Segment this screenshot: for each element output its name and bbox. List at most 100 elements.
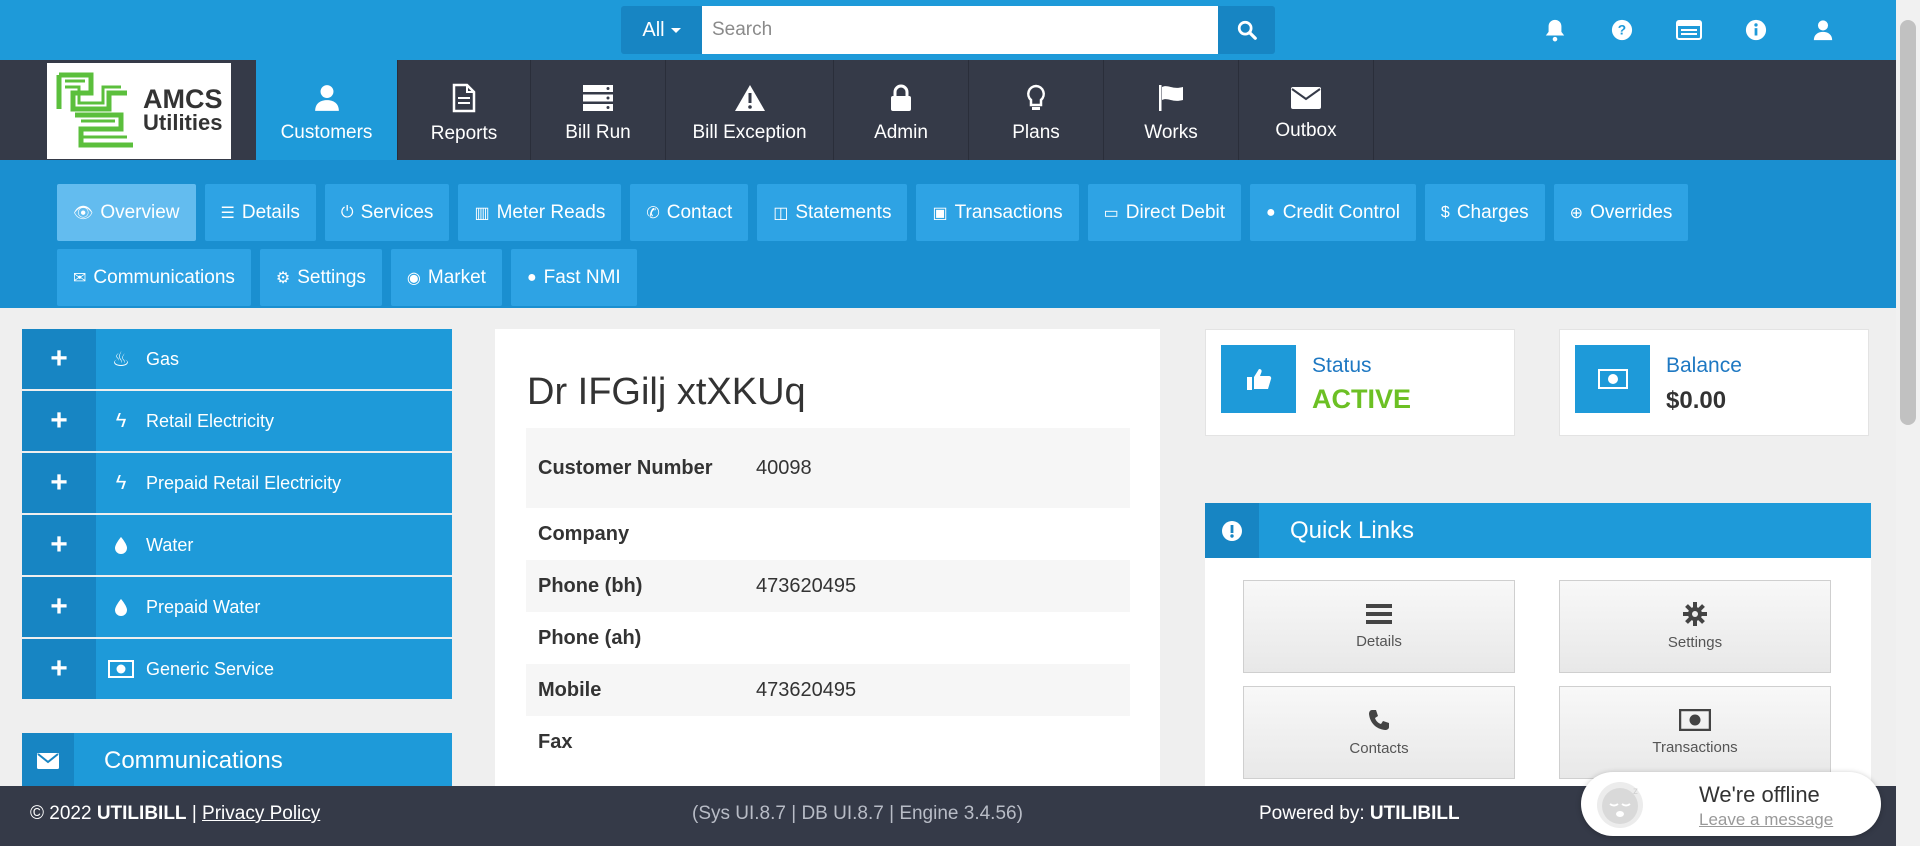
- service-prepaid-water[interactable]: + Prepaid Water: [22, 577, 452, 637]
- tab-details[interactable]: ☰ Details: [204, 184, 316, 241]
- info-row-fax: Fax: [526, 716, 1130, 768]
- globe-icon: ◉: [406, 269, 421, 287]
- scrollbar-thumb[interactable]: [1900, 20, 1916, 425]
- tab-transactions[interactable]: ▣ Transactions: [916, 184, 1079, 241]
- tab-credit-control[interactable]: ● Credit Control: [1250, 184, 1416, 241]
- search-button[interactable]: [1218, 6, 1275, 54]
- service-gas[interactable]: + ♨ Gas: [22, 329, 452, 389]
- tab-label: Overview: [100, 201, 180, 223]
- tab-overrides[interactable]: ⊕ Overrides: [1553, 184, 1689, 241]
- user-menu-button[interactable]: [1789, 0, 1856, 60]
- balance-title: Balance: [1666, 354, 1742, 377]
- status-title: Status: [1312, 354, 1372, 377]
- tab-communications[interactable]: ✉ Communications: [57, 249, 251, 306]
- tab-charges[interactable]: $ Charges: [1424, 184, 1545, 241]
- footer-separator: |: [191, 803, 197, 824]
- tab-label: Transactions: [954, 201, 1063, 223]
- field-label: Customer Number: [538, 457, 713, 479]
- tab-fast-nmi[interactable]: ● Fast NMI: [510, 249, 637, 306]
- tab-contact[interactable]: ✆ Contact: [630, 184, 749, 241]
- nav-plans[interactable]: Plans: [969, 60, 1104, 160]
- service-prepaid-retail-electricity[interactable]: + ϟ Prepaid Retail Electricity: [22, 453, 452, 513]
- chat-widget[interactable]: z We're offline Leave a message: [1581, 772, 1881, 836]
- tab-label: Direct Debit: [1125, 201, 1226, 223]
- plus-icon[interactable]: +: [22, 515, 96, 575]
- nav-label: Bill Exception: [692, 122, 807, 143]
- balance-box: Balance $0.00: [1559, 329, 1869, 436]
- quick-link-transactions[interactable]: Transactions: [1559, 686, 1831, 779]
- tab-meter-reads[interactable]: ▥ Meter Reads: [458, 184, 622, 241]
- tab-market[interactable]: ◉ Market: [390, 249, 502, 306]
- arrow-circle-icon: ⊕: [1569, 204, 1584, 222]
- status-box: Status ACTIVE: [1205, 329, 1515, 436]
- service-label: Retail Electricity: [146, 410, 275, 431]
- envelope-icon: [22, 733, 74, 788]
- bolt-icon: ϟ: [115, 471, 127, 494]
- service-water[interactable]: + Water: [22, 515, 452, 575]
- lightbulb-icon: [1027, 84, 1045, 110]
- quick-link-label: Transactions: [1652, 739, 1738, 756]
- tab-services[interactable]: ⏻ Services: [324, 184, 450, 241]
- nav-admin[interactable]: Admin: [834, 60, 969, 160]
- logo-line2: Utilities: [143, 110, 223, 135]
- list-icon: ☰: [220, 204, 235, 222]
- plus-icon[interactable]: +: [22, 453, 96, 513]
- nav-bill-exception[interactable]: Bill Exception: [666, 60, 834, 160]
- gear-icon: [1683, 602, 1707, 626]
- notifications-button[interactable]: [1521, 0, 1588, 60]
- search-input[interactable]: [702, 6, 1218, 54]
- tab-overview[interactable]: 👁 Overview: [57, 184, 196, 241]
- gear-icon: ⚙: [275, 269, 291, 287]
- exclamation-circle-icon: [1205, 503, 1259, 558]
- privacy-policy-link[interactable]: Privacy Policy: [202, 803, 320, 824]
- leave-message-link[interactable]: Leave a message: [1699, 810, 1833, 830]
- nav-customers[interactable]: Customers: [256, 60, 398, 160]
- service-retail-electricity[interactable]: + ϟ Retail Electricity: [22, 391, 452, 451]
- tab-settings[interactable]: ⚙ Settings: [259, 249, 382, 306]
- logo[interactable]: AMCS Utilities: [47, 63, 231, 159]
- service-generic[interactable]: + Generic Service: [22, 639, 452, 699]
- nav-outbox[interactable]: Outbox: [1239, 60, 1374, 160]
- status-value: ACTIVE: [1312, 384, 1412, 414]
- tab-label: Details: [241, 201, 300, 223]
- info-circle-icon: [1745, 19, 1766, 41]
- nav-bill-run[interactable]: Bill Run: [531, 60, 666, 160]
- plus-icon[interactable]: +: [22, 329, 96, 389]
- tab-statements[interactable]: ◫ Statements: [757, 184, 908, 241]
- footer-powered-by: Powered by:: [1259, 803, 1365, 824]
- communications-title: Communications: [104, 746, 283, 774]
- field-label: Mobile: [538, 679, 602, 701]
- quick-link-settings[interactable]: Settings: [1559, 580, 1831, 673]
- communications-panel-header[interactable]: Communications: [22, 733, 452, 788]
- search-scope-dropdown[interactable]: All: [621, 6, 702, 54]
- nav-reports[interactable]: Reports: [398, 60, 531, 160]
- info-row-mobile: Mobile 473620495: [526, 664, 1130, 716]
- help-button[interactable]: ?: [1588, 0, 1655, 60]
- tab-direct-debit[interactable]: ▭ Direct Debit: [1087, 184, 1242, 241]
- info-button[interactable]: [1722, 0, 1789, 60]
- quick-link-contacts[interactable]: Contacts: [1243, 686, 1515, 779]
- id-card-button[interactable]: [1655, 0, 1722, 60]
- tab-label: Meter Reads: [496, 201, 606, 223]
- plus-icon[interactable]: +: [22, 639, 96, 699]
- tab-label: Fast NMI: [543, 266, 621, 288]
- nav-works[interactable]: Works: [1104, 60, 1239, 160]
- flag-icon: [1159, 85, 1183, 111]
- quick-link-label: Settings: [1667, 634, 1723, 651]
- quick-link-details[interactable]: Details: [1243, 580, 1515, 673]
- page-scrollbar[interactable]: [1896, 0, 1920, 846]
- dollar-icon: $: [1440, 203, 1450, 221]
- tab-row-1: 👁 Overview ☰ Details ⏻ Services ▥ Meter Read…: [57, 184, 1689, 241]
- phone-icon: ✆: [646, 204, 660, 222]
- power-icon: ⏻: [340, 203, 354, 221]
- user-icon: ●: [1266, 203, 1276, 221]
- customer-info-table: Customer Number 40098 Company Phone (bh)…: [526, 428, 1130, 768]
- envelope-icon: [1291, 87, 1321, 109]
- sleeping-face-icon: z: [1597, 782, 1643, 828]
- bell-icon: [1545, 19, 1564, 42]
- plus-icon[interactable]: +: [22, 577, 96, 637]
- service-label: Prepaid Retail Electricity: [146, 472, 342, 493]
- footer-left: © 2022 UTILIBILL | Privacy Policy: [30, 803, 320, 825]
- plus-icon[interactable]: +: [22, 391, 96, 451]
- top-icons: ?: [1521, 0, 1856, 60]
